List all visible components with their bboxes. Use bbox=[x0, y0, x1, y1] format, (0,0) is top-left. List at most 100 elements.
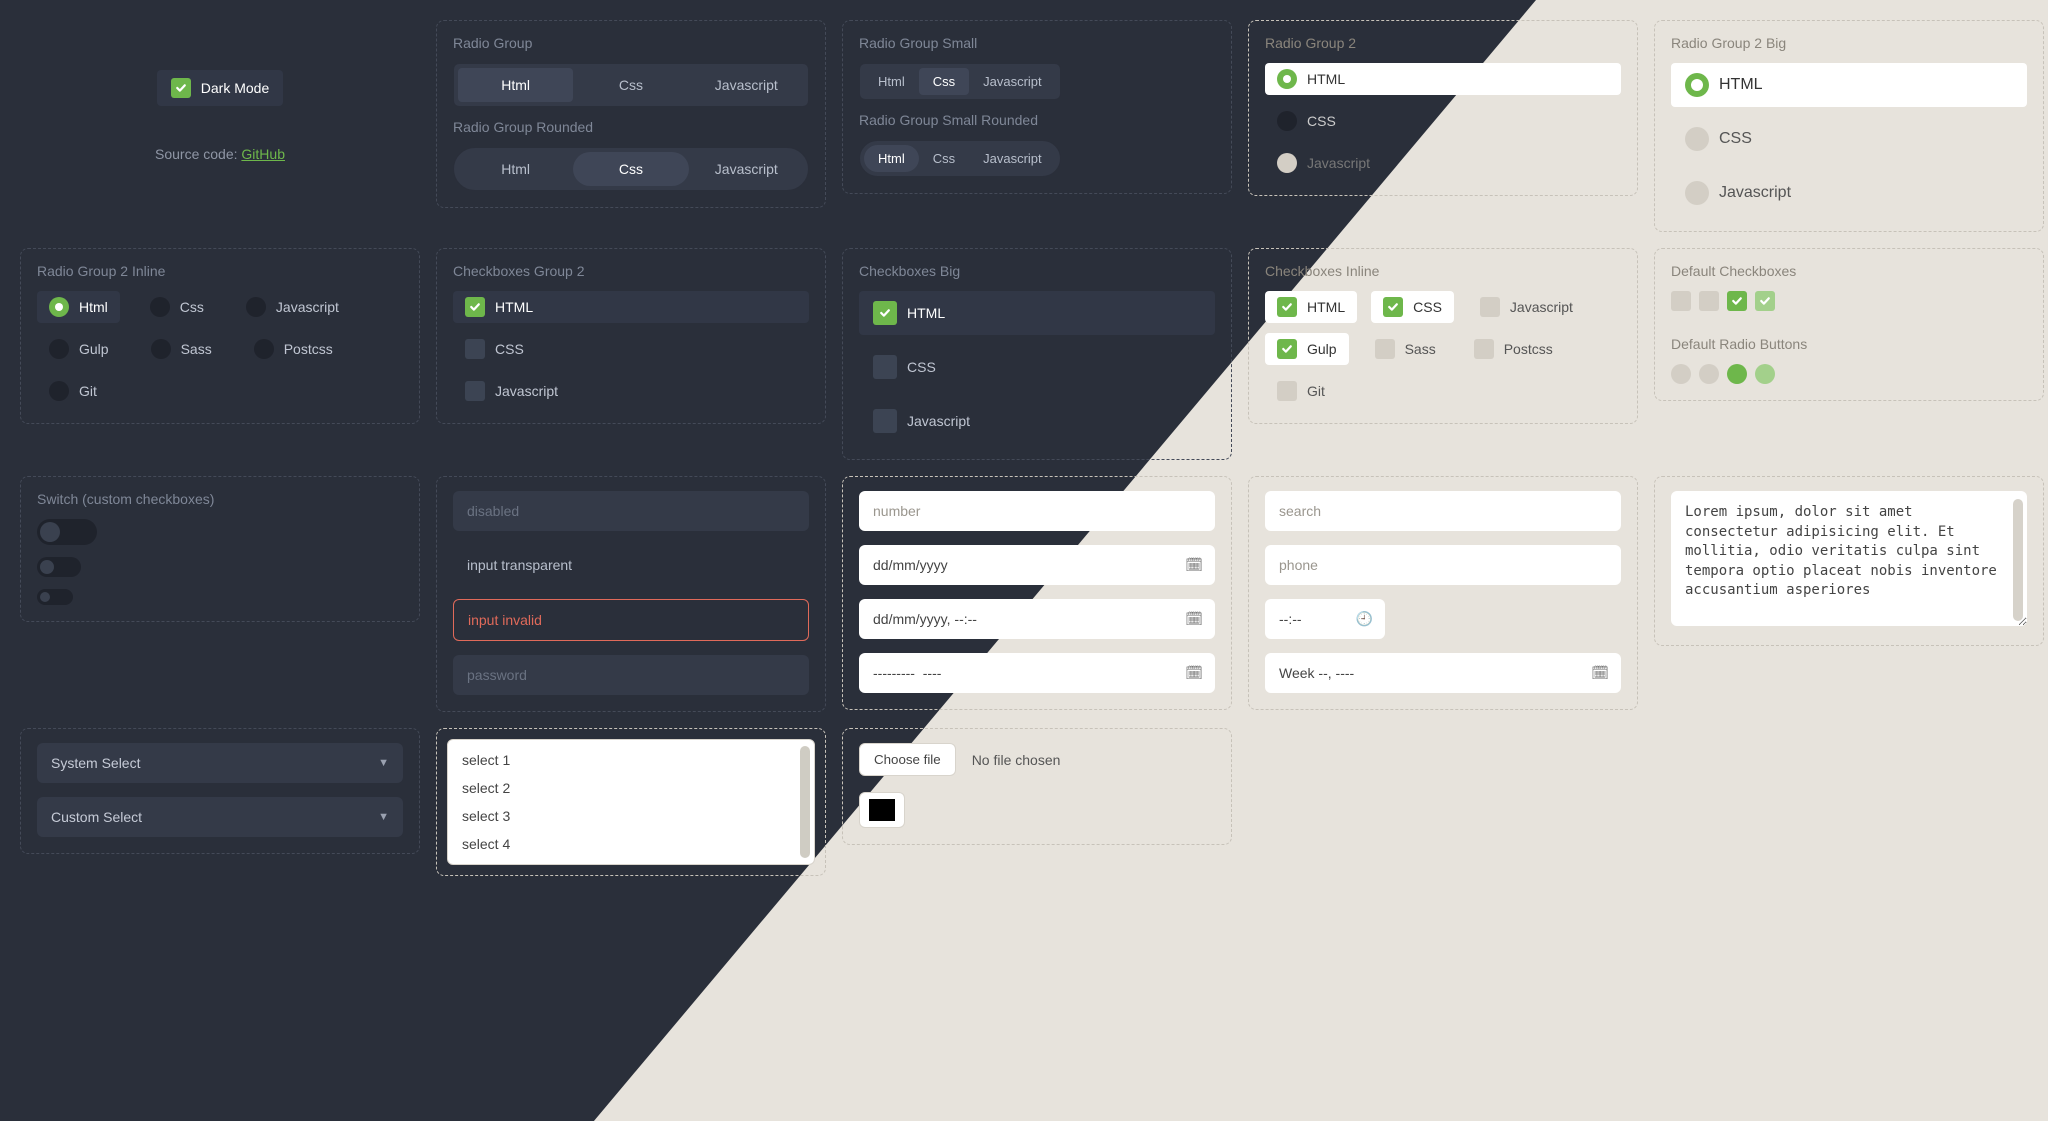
option-3[interactable]: select 3 bbox=[448, 802, 814, 830]
input-search[interactable] bbox=[1265, 491, 1621, 531]
r-item-javascript[interactable]: Javascript bbox=[1265, 147, 1621, 179]
input-invalid[interactable] bbox=[453, 599, 809, 641]
input-time[interactable] bbox=[1265, 599, 1385, 639]
color-input[interactable] bbox=[859, 792, 905, 828]
seg-item-html[interactable]: Html bbox=[864, 68, 919, 95]
input-week[interactable] bbox=[1265, 653, 1621, 693]
panel-inputs-date: 🗓 🗓 🗓 bbox=[842, 476, 1232, 710]
github-link[interactable]: GitHub bbox=[241, 146, 285, 162]
input-date[interactable] bbox=[859, 545, 1215, 585]
c-item-sass[interactable]: Sass bbox=[1363, 333, 1448, 365]
input-phone[interactable] bbox=[1265, 545, 1621, 585]
choose-file-button[interactable]: Choose file bbox=[859, 743, 956, 776]
radio-icon[interactable] bbox=[1755, 364, 1775, 384]
r-item-html[interactable]: HTML bbox=[1671, 63, 2027, 107]
default-radios-row bbox=[1671, 364, 2027, 384]
radio-group-2-list: HTML CSS Javascript bbox=[1265, 63, 1621, 179]
input-number[interactable] bbox=[859, 491, 1215, 531]
radio-group-2-inline-title: Radio Group 2 Inline bbox=[37, 263, 403, 279]
seg-item-javascript[interactable]: Javascript bbox=[689, 68, 804, 102]
panel-checkboxes-big: Checkboxes Big HTML CSS Javascript bbox=[842, 248, 1232, 460]
radio-icon bbox=[1685, 127, 1709, 151]
r-item-css[interactable]: CSS bbox=[1671, 117, 2027, 161]
r-item-html[interactable]: Html bbox=[37, 291, 120, 323]
input-disabled[interactable] bbox=[453, 491, 809, 531]
seg-item-css[interactable]: Css bbox=[919, 68, 969, 95]
textarea-field[interactable]: Lorem ipsum, dolor sit amet consectetur … bbox=[1671, 491, 2027, 626]
seg-item-javascript[interactable]: Javascript bbox=[969, 145, 1056, 172]
checkbox-icon bbox=[465, 381, 485, 401]
dark-mode-label: Dark Mode bbox=[201, 80, 269, 96]
scrollbar[interactable] bbox=[800, 746, 810, 858]
panel-checkboxes-inline: Checkboxes Inline HTML CSS Javascript Gu… bbox=[1248, 248, 1638, 424]
seg-item-css[interactable]: Css bbox=[573, 68, 688, 102]
seg-item-html[interactable]: Html bbox=[458, 68, 573, 102]
panel-switches: Switch (custom checkboxes) bbox=[20, 476, 420, 622]
dark-mode-toggle-pill[interactable]: Dark Mode bbox=[157, 70, 283, 106]
r-item-css[interactable]: Css bbox=[138, 291, 216, 323]
r-item-sass[interactable]: Sass bbox=[139, 333, 224, 365]
switch-small[interactable] bbox=[37, 589, 73, 605]
c-item-git[interactable]: Git bbox=[1265, 375, 1337, 407]
radio-icon bbox=[49, 381, 69, 401]
checkbox-icon[interactable] bbox=[1727, 291, 1747, 311]
checkbox-icon bbox=[1277, 381, 1297, 401]
system-select[interactable]: System Select ▼ bbox=[37, 743, 403, 783]
r-item-javascript[interactable]: Javascript bbox=[1671, 171, 2027, 215]
panel-inputs-dark bbox=[436, 476, 826, 712]
c-item-javascript[interactable]: Javascript bbox=[453, 375, 809, 407]
checkbox-icon[interactable] bbox=[1699, 291, 1719, 311]
c-item-gulp[interactable]: Gulp bbox=[1265, 333, 1349, 365]
c-item-javascript[interactable]: Javascript bbox=[1468, 291, 1585, 323]
panel-checkboxes-group-2: Checkboxes Group 2 HTML CSS Javascript bbox=[436, 248, 826, 424]
r-item-git[interactable]: Git bbox=[37, 375, 109, 407]
radio-icon[interactable] bbox=[1671, 364, 1691, 384]
radio-group-small-title: Radio Group Small bbox=[859, 35, 1215, 51]
r-item-gulp[interactable]: Gulp bbox=[37, 333, 121, 365]
option-4[interactable]: select 4 bbox=[448, 830, 814, 858]
radio-icon bbox=[1277, 111, 1297, 131]
seg-item-javascript[interactable]: Javascript bbox=[689, 152, 804, 186]
checkbox-icon[interactable] bbox=[1671, 291, 1691, 311]
c-item-javascript[interactable]: Javascript bbox=[859, 399, 1215, 443]
r-item-html[interactable]: HTML bbox=[1265, 63, 1621, 95]
c-item-css[interactable]: CSS bbox=[1371, 291, 1454, 323]
radio-icon bbox=[49, 297, 69, 317]
option-1[interactable]: select 1 bbox=[448, 746, 814, 774]
scrollbar[interactable] bbox=[2013, 499, 2023, 621]
custom-select[interactable]: Custom Select ▼ bbox=[37, 797, 403, 837]
input-password[interactable] bbox=[453, 655, 809, 695]
radio-icon[interactable] bbox=[1699, 364, 1719, 384]
r-item-postcss[interactable]: Postcss bbox=[242, 333, 345, 365]
c-item-html[interactable]: HTML bbox=[1265, 291, 1357, 323]
c-item-css[interactable]: CSS bbox=[453, 333, 809, 365]
input-transparent[interactable] bbox=[453, 545, 809, 585]
switch-large[interactable] bbox=[37, 519, 97, 545]
radio-icon[interactable] bbox=[1727, 364, 1747, 384]
select-listbox[interactable]: select 1 select 2 select 3 select 4 bbox=[447, 739, 815, 865]
seg-item-css[interactable]: Css bbox=[919, 145, 969, 172]
switch-medium[interactable] bbox=[37, 557, 81, 577]
seg-item-javascript[interactable]: Javascript bbox=[969, 68, 1056, 95]
radio-icon bbox=[1685, 73, 1709, 97]
radio-icon bbox=[49, 339, 69, 359]
radio-group-2-big-list: HTML CSS Javascript bbox=[1671, 63, 2027, 215]
file-input-row: Choose file No file chosen bbox=[859, 743, 1215, 776]
c-item-css[interactable]: CSS bbox=[859, 345, 1215, 389]
option-2[interactable]: select 2 bbox=[448, 774, 814, 802]
checkbox-icon[interactable] bbox=[1755, 291, 1775, 311]
radio-group-title: Radio Group bbox=[453, 35, 809, 51]
seg-item-html[interactable]: Html bbox=[458, 152, 573, 186]
chevron-down-icon: ▼ bbox=[378, 757, 389, 769]
input-datetime[interactable] bbox=[859, 599, 1215, 639]
seg-item-html[interactable]: Html bbox=[864, 145, 919, 172]
r-item-javascript[interactable]: Javascript bbox=[234, 291, 351, 323]
c-item-html[interactable]: HTML bbox=[859, 291, 1215, 335]
seg-item-css[interactable]: Css bbox=[573, 152, 688, 186]
checkbox-icon bbox=[465, 297, 485, 317]
r-item-css[interactable]: CSS bbox=[1265, 105, 1621, 137]
checkbox-icon bbox=[873, 301, 897, 325]
c-item-postcss[interactable]: Postcss bbox=[1462, 333, 1565, 365]
input-month[interactable] bbox=[859, 653, 1215, 693]
c-item-html[interactable]: HTML bbox=[453, 291, 809, 323]
